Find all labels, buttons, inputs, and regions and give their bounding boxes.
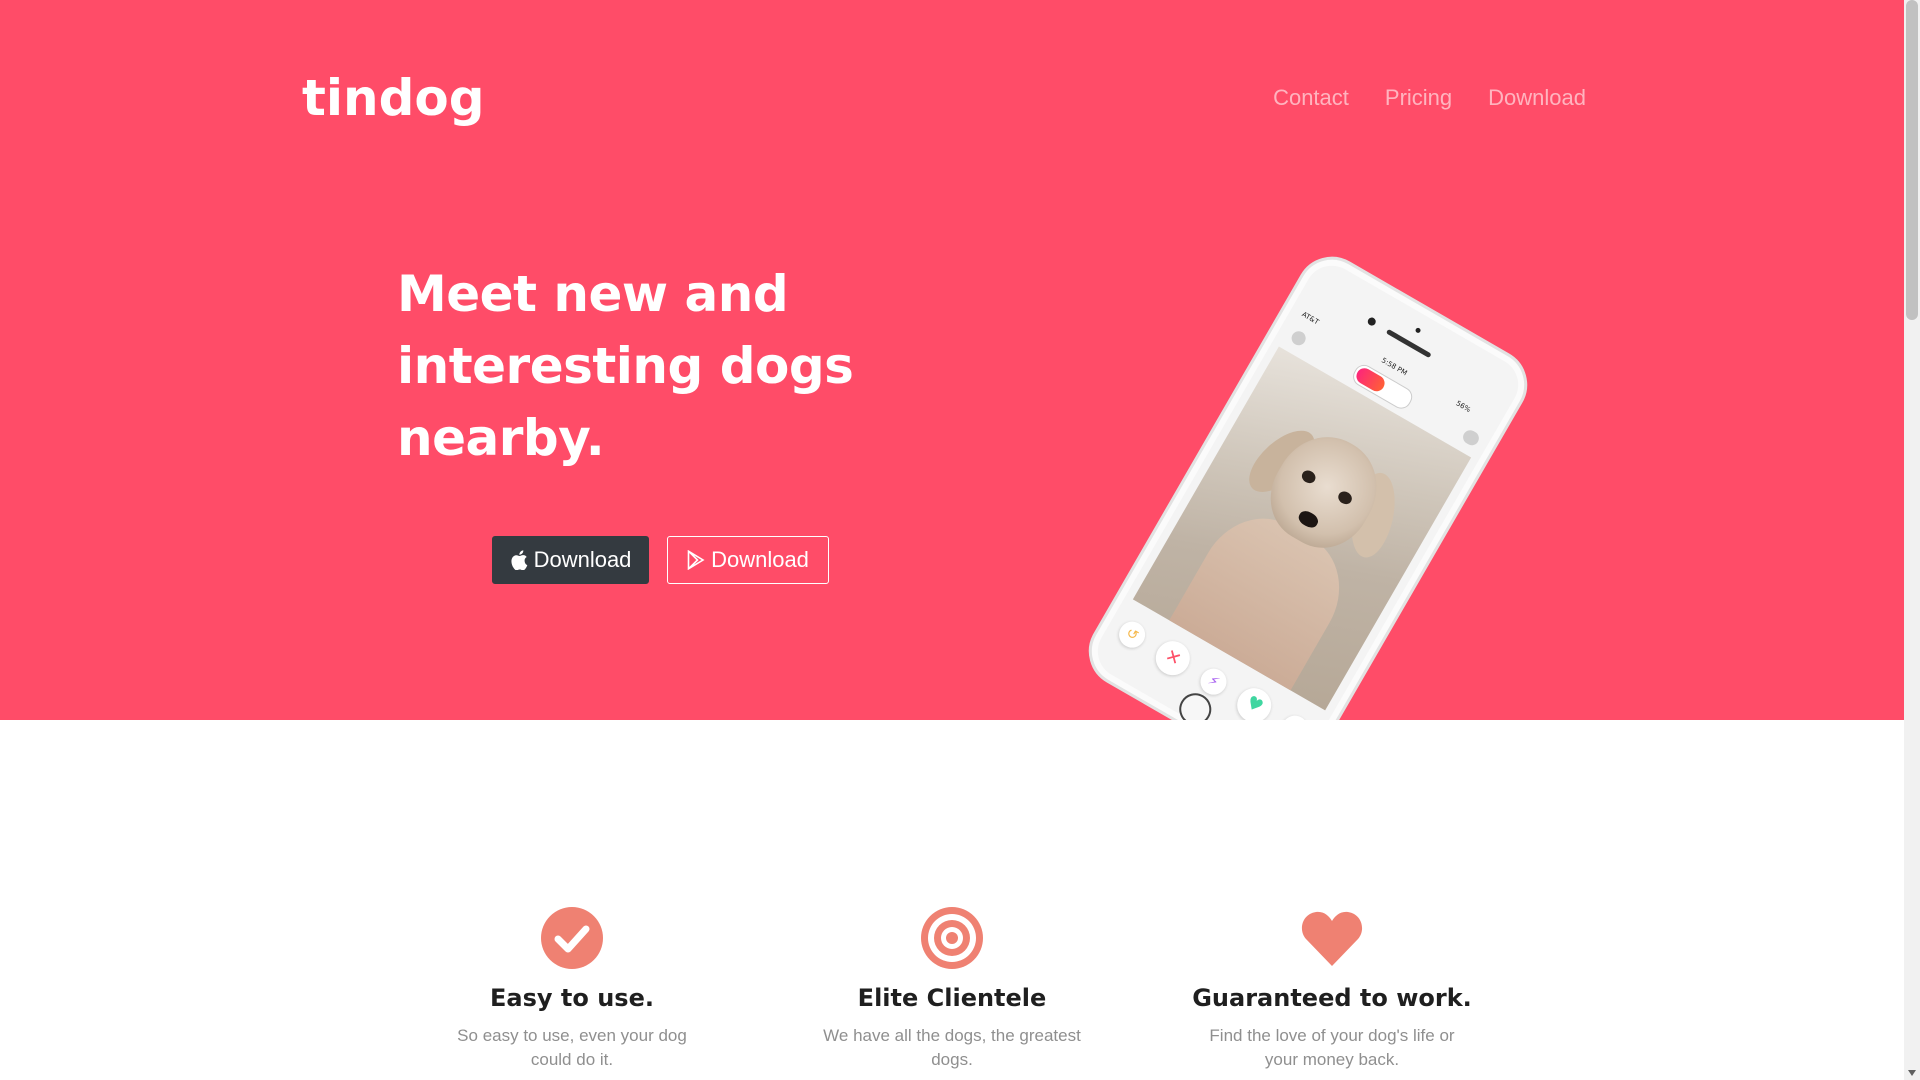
scroll-down-icon[interactable] [1908,1070,1916,1076]
flame-icon [1353,365,1388,395]
feature-title: Easy to use. [490,984,654,1012]
super-like-icon: ★ [1277,710,1313,720]
feature-guaranteed: Guaranteed to work. Find the love of you… [1182,906,1482,1072]
feature-elite-clientele: Elite Clientele We have all the dogs, th… [802,906,1102,1072]
nav-pricing-link[interactable]: Pricing [1385,84,1452,112]
phone-carrier: AT&T [1300,310,1321,327]
nav-contact-link[interactable]: Contact [1273,84,1349,112]
phone-speaker [1385,328,1432,359]
features-section: Easy to use. So easy to use, even your d… [0,720,1904,1080]
phone-camera [1366,316,1378,328]
hero-section: tindog Contact Pricing Download Meet new… [0,0,1904,720]
chat-icon [1460,427,1482,448]
feature-easy-to-use: Easy to use. So easy to use, even your d… [422,906,722,1072]
phone-sensor [1414,326,1422,334]
phone-mockup: AT&T 5:58 PM 56% ↺ ✕ ⚡ ♥ [1075,243,1541,720]
feature-title: Guaranteed to work. [1192,984,1472,1012]
apple-download-label: Download [533,547,632,572]
play-icon [687,550,705,570]
main-nav: Contact Pricing Download [1273,84,1586,112]
feature-description: We have all the dogs, the greatest dogs. [823,1026,1081,1069]
heart-icon [1182,906,1482,970]
like-icon: ♥ [1230,681,1278,720]
check-circle-icon [422,906,722,970]
scrollbar-thumb[interactable] [1906,0,1918,320]
hero-headline: Meet new and interesting dogs nearby. [397,265,854,467]
google-play-download-label: Download [711,547,809,572]
apple-download-button[interactable]: Download [492,536,649,584]
feature-title: Elite Clientele [857,984,1047,1012]
feature-description: So easy to use, even your dog could do i… [457,1026,687,1069]
target-icon [802,906,1102,970]
phone-body: AT&T 5:58 PM 56% ↺ ✕ ⚡ ♥ [1075,243,1541,720]
page-scrollbar[interactable] [1904,0,1920,1080]
profile-icon [1289,328,1309,348]
feature-description: Find the love of your dog's life or your… [1209,1026,1455,1069]
rewind-icon: ↺ [1114,616,1150,653]
nope-icon: ✕ [1149,634,1197,682]
google-play-download-button[interactable]: Download [667,536,829,584]
nav-download-link[interactable]: Download [1488,84,1586,112]
page: tindog Contact Pricing Download Meet new… [0,0,1904,1080]
phone-battery: 56% [1454,399,1472,415]
apple-icon [510,550,528,570]
brand-logo[interactable]: tindog [302,66,485,130]
